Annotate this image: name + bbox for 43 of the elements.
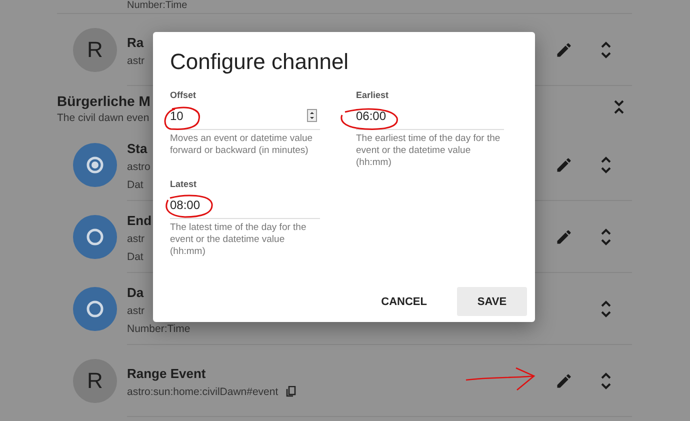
channel-uid: astr — [127, 304, 145, 318]
channel-uid: astro — [127, 160, 150, 174]
spinner-icon[interactable] — [307, 109, 317, 122]
channel-title: Sta — [127, 140, 148, 158]
time-field[interactable]: 06:00 — [356, 102, 504, 130]
channel-uid: astr — [127, 54, 145, 68]
pencil-icon[interactable] — [555, 156, 573, 174]
item-type: Number:Time — [127, 322, 190, 336]
pencil-icon[interactable] — [555, 228, 573, 246]
field-label: Offset — [170, 90, 196, 100]
save-button[interactable]: SAVE — [457, 287, 527, 316]
pencil-icon[interactable] — [555, 372, 573, 390]
channel-title: Range Event — [127, 364, 206, 382]
channel-uid: astr — [127, 232, 145, 246]
time-field[interactable]: 08:00 — [170, 191, 320, 219]
field-label: Latest — [170, 179, 197, 189]
section-description: The civil dawn even — [57, 112, 150, 124]
field-label: Earliest — [356, 90, 389, 100]
channel-uid: astro:sun:home:civilDawn#event — [127, 384, 278, 400]
collapse-icon[interactable] — [613, 99, 625, 115]
channel-title: Ra — [127, 34, 144, 52]
channel-title: Da — [127, 284, 144, 302]
pencil-icon[interactable] — [555, 40, 573, 58]
reorder-icon[interactable] — [600, 372, 612, 390]
helper-text: The earliest time of the day for the event or the datetime value (hh:mm) — [356, 133, 502, 169]
letter-avatar: R — [73, 358, 117, 402]
item-type: Dat — [127, 250, 144, 264]
reorder-icon[interactable] — [600, 156, 612, 174]
section-title: Bürgerliche M — [57, 93, 150, 109]
dialog-title: Configure channel — [170, 51, 349, 73]
helper-text: The latest time of the day for the event or the datetime value (hh:mm) — [170, 222, 308, 258]
channel-title: End — [127, 212, 152, 230]
annotation-arrow — [465, 367, 535, 391]
number-field[interactable]: 10 — [170, 102, 320, 130]
reorder-icon[interactable] — [600, 228, 612, 246]
item-type: Number:Time — [127, 0, 188, 11]
reorder-icon[interactable] — [600, 40, 612, 58]
helper-text: Moves an event or datetime value forward or backward (in minutes) — [170, 133, 314, 157]
item-type: Dat — [127, 178, 144, 192]
copy-icon[interactable] — [286, 386, 296, 397]
letter-avatar: R — [73, 28, 117, 72]
reorder-icon[interactable] — [600, 300, 612, 318]
cancel-button[interactable]: CANCEL — [363, 287, 445, 316]
